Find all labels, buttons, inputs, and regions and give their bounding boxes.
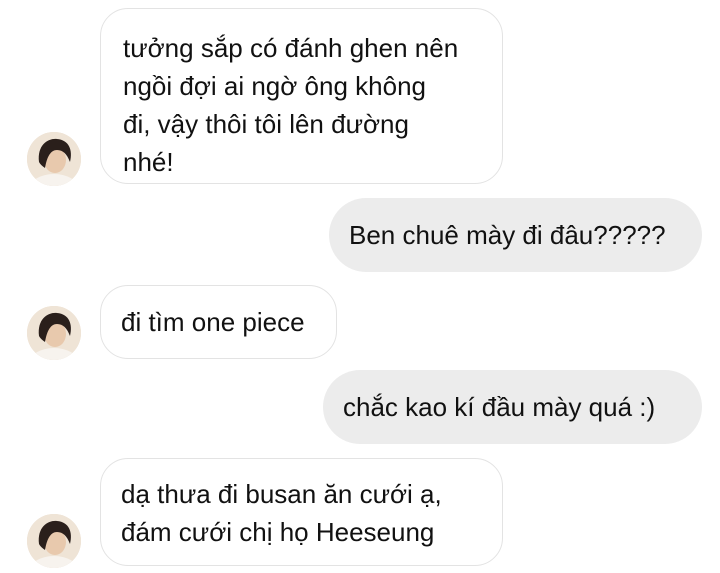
message-text-line: dạ thưa đi busan ăn cưới ạ, [121, 479, 442, 509]
message-text-line: nhé! [123, 147, 174, 177]
contact-avatar[interactable] [27, 132, 81, 186]
avatar-photo-icon [27, 132, 81, 186]
message-text-line: ngồi đợi ai ngờ ông không [123, 71, 426, 101]
message-text-line: chắc kao kí đầu mày quá :) [343, 392, 656, 422]
message-bubble-incoming[interactable]: đi tìm one piece [100, 285, 337, 359]
avatar-photo-icon [27, 514, 81, 568]
message-bubble-outgoing[interactable]: Ben chuê mày đi đâu????? [329, 198, 702, 272]
contact-avatar[interactable] [27, 514, 81, 568]
message-bubble-incoming[interactable]: tưởng sắp có đánh ghen nên ngồi đợi ai n… [100, 8, 503, 184]
message-text-line: đi, vậy thôi tôi lên đường [123, 109, 409, 139]
contact-avatar[interactable] [27, 306, 81, 360]
message-text-line: đi tìm one piece [121, 307, 305, 337]
message-bubble-outgoing[interactable]: chắc kao kí đầu mày quá :) [323, 370, 702, 444]
avatar-photo-icon [27, 306, 81, 360]
message-text-line: tưởng sắp có đánh ghen nên [123, 33, 459, 63]
message-text-line: đám cưới chị họ Heeseung [121, 517, 435, 547]
message-bubble-incoming[interactable]: dạ thưa đi busan ăn cưới ạ, đám cưới chị… [100, 458, 503, 566]
message-text-line: Ben chuê mày đi đâu????? [349, 220, 666, 250]
